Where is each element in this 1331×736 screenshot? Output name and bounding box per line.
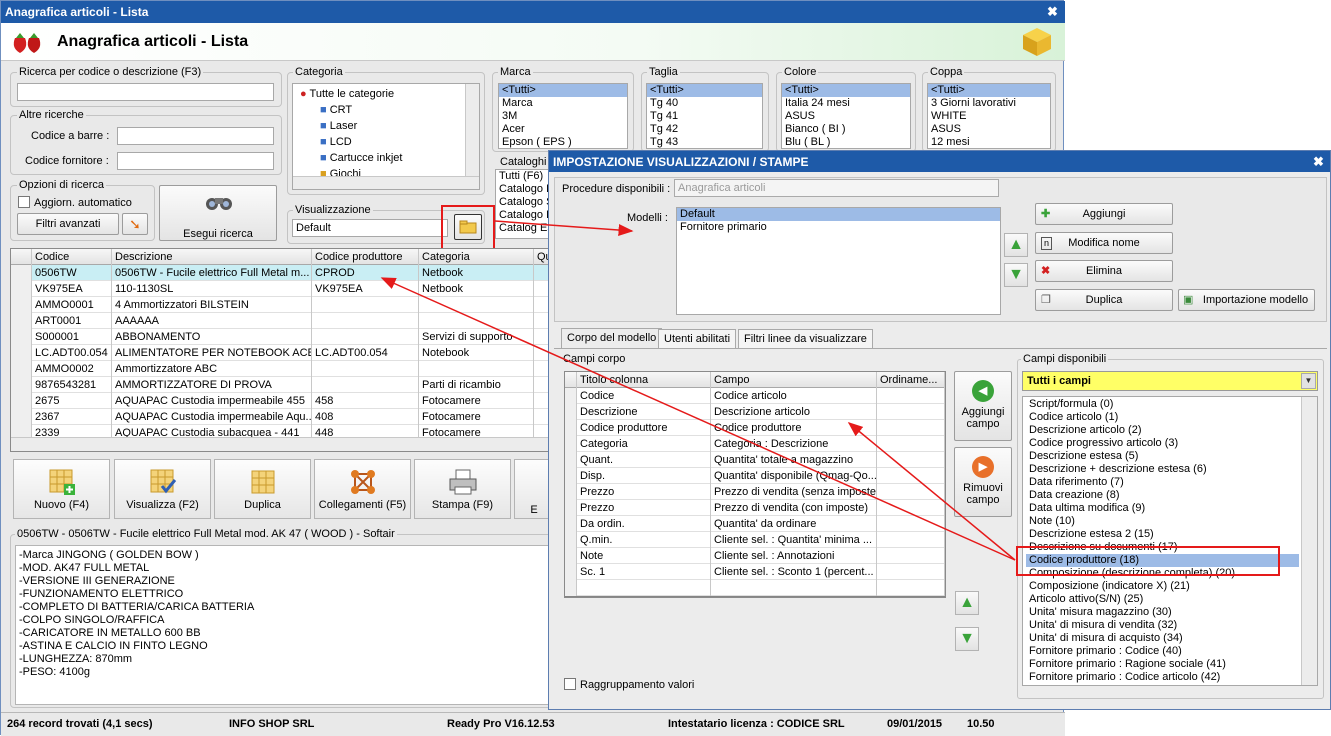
arrow-to-models	[494, 220, 634, 237]
annotation-arrows	[380, 220, 1016, 561]
arrow-to-grid	[380, 277, 1016, 561]
arrow-to-fields	[847, 422, 1016, 561]
